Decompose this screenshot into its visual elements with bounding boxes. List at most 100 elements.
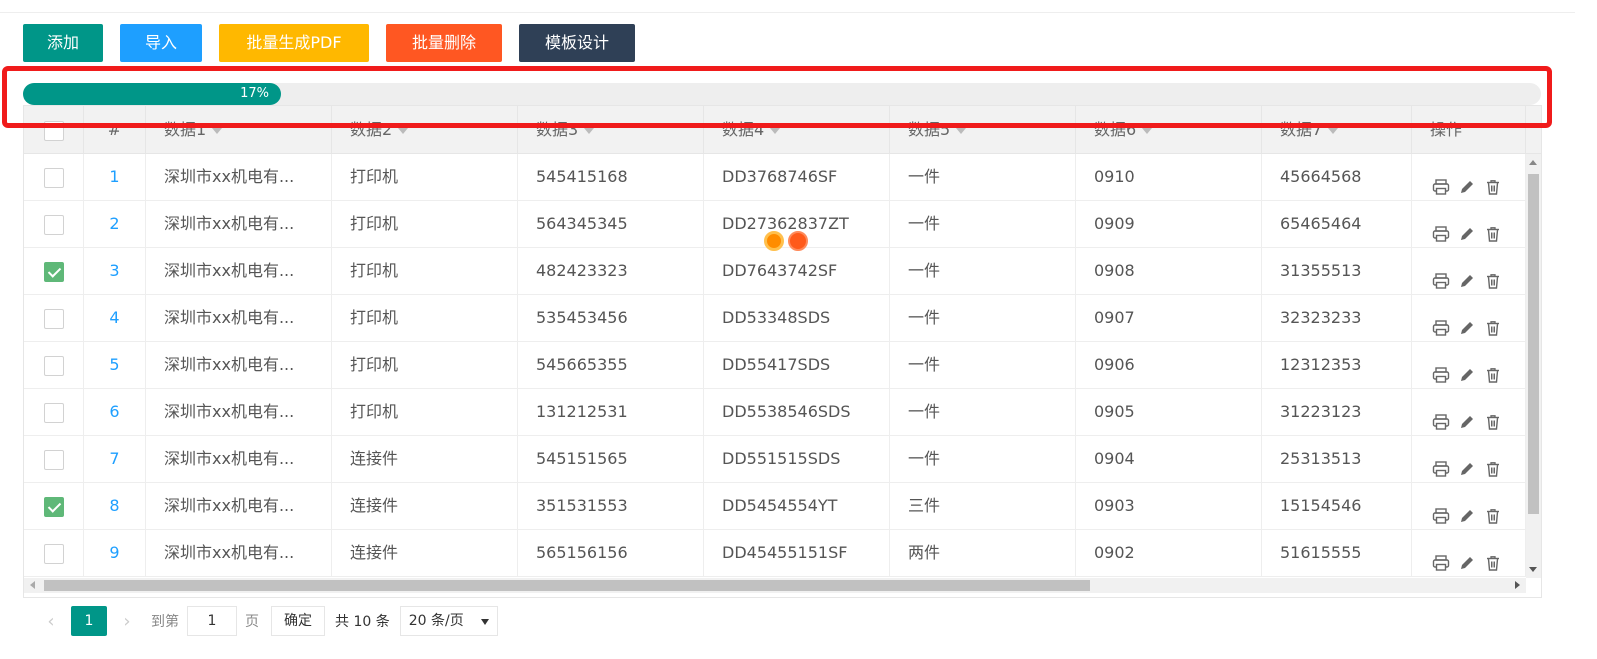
- confirm-button[interactable]: 确定: [271, 606, 325, 636]
- printer-icon[interactable]: [1432, 356, 1450, 383]
- row-checkbox[interactable]: [43, 402, 64, 423]
- edit-icon[interactable]: [1458, 215, 1476, 240]
- trash-icon[interactable]: [1484, 168, 1502, 195]
- table-row[interactable]: 7 深圳市xx机电有... 连接件 545151565 DD551515SDS 一件 090…: [24, 436, 1526, 483]
- cell-data6: 0908: [1076, 248, 1262, 295]
- printer-icon[interactable]: [1432, 544, 1450, 571]
- trash-icon[interactable]: [1484, 356, 1502, 383]
- trash-icon[interactable]: [1484, 262, 1502, 289]
- cell-data2: 连接件: [332, 436, 518, 483]
- cell-data3: 482423323: [518, 248, 704, 295]
- trash-icon[interactable]: [1484, 450, 1502, 477]
- row-select-cell[interactable]: [24, 483, 84, 530]
- cell-data3: 131212531: [518, 389, 704, 436]
- sort-icon[interactable]: [770, 127, 781, 134]
- cell-data5: 一件: [890, 342, 1076, 389]
- edit-icon[interactable]: [1458, 403, 1476, 428]
- goto-page-input[interactable]: 1: [187, 606, 237, 636]
- printer-icon[interactable]: [1432, 497, 1450, 524]
- horizontal-scrollbar[interactable]: [24, 578, 1526, 593]
- trash-icon[interactable]: [1484, 309, 1502, 336]
- scroll-left-icon[interactable]: [30, 581, 35, 589]
- table-row[interactable]: 8 深圳市xx机电有... 连接件 351531553 DD5454554YT 三件 090…: [24, 483, 1526, 530]
- trash-icon[interactable]: [1484, 403, 1502, 430]
- batch-delete-button[interactable]: 批量删除: [386, 24, 502, 62]
- pagination: ‹ 1 › 到第 1 页 确定 共 10 条 20 条/页: [35, 605, 498, 637]
- row-checkbox[interactable]: [43, 355, 64, 376]
- chevron-right-icon[interactable]: ›: [111, 611, 143, 632]
- table-row[interactable]: 4 深圳市xx机电有... 打印机 535453456 DD53348SDS 一件 0907…: [24, 295, 1526, 342]
- row-select-cell[interactable]: [24, 436, 84, 483]
- edit-icon[interactable]: [1458, 497, 1476, 522]
- vertical-scroll-thumb[interactable]: [1528, 174, 1539, 514]
- table-row[interactable]: 9 深圳市xx机电有... 连接件 565156156 DD45455151SF 两件 09…: [24, 530, 1526, 577]
- cursor-marker: [788, 231, 808, 251]
- cell-data6: 0907: [1076, 295, 1262, 342]
- page-size-select[interactable]: 20 条/页: [399, 606, 498, 636]
- trash-icon[interactable]: [1484, 215, 1502, 242]
- printer-icon[interactable]: [1432, 168, 1450, 195]
- row-checkbox[interactable]: [43, 261, 64, 282]
- scroll-right-icon[interactable]: [1515, 581, 1520, 589]
- cell-data7: 65465464: [1262, 201, 1412, 248]
- cell-data2: 打印机: [332, 154, 518, 201]
- printer-icon[interactable]: [1432, 450, 1450, 477]
- sort-icon[interactable]: [956, 127, 967, 134]
- chevron-left-icon[interactable]: ‹: [35, 611, 67, 632]
- edit-icon[interactable]: [1458, 450, 1476, 475]
- sort-icon[interactable]: [1142, 127, 1153, 134]
- horizontal-scroll-thumb[interactable]: [44, 580, 1090, 591]
- add-button[interactable]: 添加: [23, 24, 103, 62]
- row-checkbox[interactable]: [43, 167, 64, 188]
- table-body: 1 深圳市xx机电有... 打印机 545415168 DD3768746SF 一件 091…: [24, 154, 1526, 578]
- printer-icon[interactable]: [1432, 309, 1450, 336]
- row-index: 6: [84, 389, 146, 436]
- edit-icon[interactable]: [1458, 168, 1476, 193]
- cell-data6: 0905: [1076, 389, 1262, 436]
- cell-data3: 351531553: [518, 483, 704, 530]
- printer-icon[interactable]: [1432, 262, 1450, 289]
- batch-pdf-button[interactable]: 批量生成PDF: [219, 24, 369, 62]
- cell-data3: 535453456: [518, 295, 704, 342]
- table-row[interactable]: 1 深圳市xx机电有... 打印机 545415168 DD3768746SF 一件 091…: [24, 154, 1526, 201]
- row-select-cell[interactable]: [24, 295, 84, 342]
- row-select-cell[interactable]: [24, 201, 84, 248]
- edit-icon[interactable]: [1458, 544, 1476, 569]
- scroll-up-icon[interactable]: [1529, 160, 1537, 165]
- page-current[interactable]: 1: [71, 606, 107, 636]
- cell-data2: 打印机: [332, 201, 518, 248]
- edit-icon[interactable]: [1458, 356, 1476, 381]
- vertical-scrollbar[interactable]: [1526, 154, 1541, 578]
- sort-icon[interactable]: [212, 127, 223, 134]
- edit-icon[interactable]: [1458, 309, 1476, 334]
- trash-icon[interactable]: [1484, 544, 1502, 571]
- row-checkbox[interactable]: [43, 214, 64, 235]
- table-row[interactable]: 3 深圳市xx机电有... 打印机 482423323 DD7643742SF 一件 090…: [24, 248, 1526, 295]
- cell-data1: 深圳市xx机电有...: [146, 248, 332, 295]
- trash-icon[interactable]: [1484, 497, 1502, 524]
- row-select-cell[interactable]: [24, 248, 84, 295]
- cell-data1: 深圳市xx机电有...: [146, 201, 332, 248]
- row-checkbox[interactable]: [43, 449, 64, 470]
- sort-icon[interactable]: [398, 127, 409, 134]
- table-row[interactable]: 5 深圳市xx机电有... 打印机 545665355 DD55417SDS 一件 0906…: [24, 342, 1526, 389]
- printer-icon[interactable]: [1432, 403, 1450, 430]
- sort-icon[interactable]: [1328, 127, 1339, 134]
- row-select-cell[interactable]: [24, 389, 84, 436]
- cell-data7: 12312353: [1262, 342, 1412, 389]
- edit-icon[interactable]: [1458, 262, 1476, 287]
- row-select-cell[interactable]: [24, 530, 84, 577]
- row-actions: [1412, 248, 1526, 295]
- sort-icon[interactable]: [584, 127, 595, 134]
- row-select-cell[interactable]: [24, 154, 84, 201]
- row-checkbox[interactable]: [43, 543, 64, 564]
- import-button[interactable]: 导入: [120, 24, 202, 62]
- row-checkbox[interactable]: [43, 308, 64, 329]
- printer-icon[interactable]: [1432, 215, 1450, 242]
- cell-data5: 一件: [890, 295, 1076, 342]
- row-select-cell[interactable]: [24, 342, 84, 389]
- row-checkbox[interactable]: [43, 496, 64, 517]
- template-design-button[interactable]: 模板设计: [519, 24, 635, 62]
- scroll-down-icon[interactable]: [1529, 567, 1537, 572]
- table-row[interactable]: 6 深圳市xx机电有... 打印机 131212531 DD5538546SDS 一件 09…: [24, 389, 1526, 436]
